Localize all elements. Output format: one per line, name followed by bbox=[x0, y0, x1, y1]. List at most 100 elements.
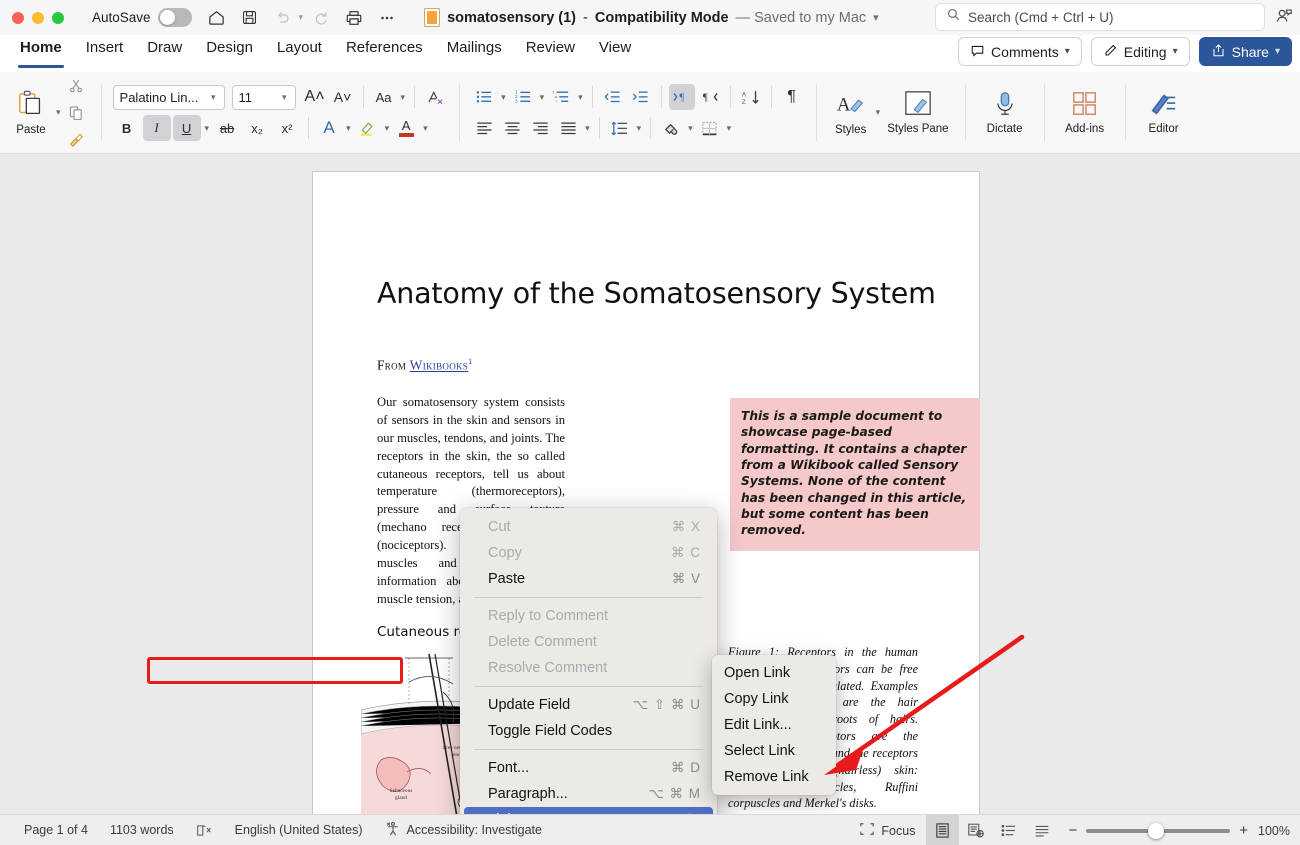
tab-review[interactable]: Review bbox=[514, 35, 587, 68]
search-box[interactable]: Search (Cmd + Ctrl + U) bbox=[935, 3, 1265, 31]
decrease-indent-button[interactable] bbox=[600, 84, 626, 110]
grow-font-button[interactable]: A˄ bbox=[302, 84, 328, 110]
sort-button[interactable]: A Z bbox=[738, 84, 764, 110]
font-size-chevron-down-icon[interactable]: ▾ bbox=[280, 92, 289, 103]
format-painter-icon[interactable] bbox=[63, 127, 90, 152]
zoom-out-button[interactable]: − bbox=[1068, 822, 1077, 839]
shading-chevron-down-icon[interactable]: ▾ bbox=[686, 123, 695, 134]
paste-chevron-down-icon[interactable]: ▾ bbox=[54, 107, 63, 118]
subscript-button[interactable]: x₂ bbox=[243, 115, 271, 141]
language-indicator[interactable]: English (United States) bbox=[224, 823, 374, 837]
submenu-item-copy-link[interactable]: Copy Link bbox=[712, 686, 836, 712]
home-icon[interactable] bbox=[202, 3, 232, 33]
tab-view[interactable]: View bbox=[587, 35, 643, 68]
editing-chevron-down-icon[interactable]: ▾ bbox=[1173, 46, 1178, 57]
font-size-select[interactable]: 11 ▾ bbox=[231, 84, 296, 110]
increase-indent-button[interactable] bbox=[628, 84, 654, 110]
autosave-toggle[interactable] bbox=[157, 8, 192, 27]
submenu-item-edit-link[interactable]: Edit Link... bbox=[712, 712, 836, 738]
more-options-icon[interactable] bbox=[372, 3, 402, 33]
tab-layout[interactable]: Layout bbox=[265, 35, 334, 68]
document-title[interactable]: somatosensory (1) - Compatibility Mode —… bbox=[424, 8, 879, 27]
menu-item-font[interactable]: Font... ⌘ D bbox=[460, 755, 717, 781]
line-spacing-button[interactable] bbox=[607, 115, 633, 141]
tab-insert[interactable]: Insert bbox=[74, 35, 136, 68]
proofing-errors-icon[interactable] bbox=[185, 823, 224, 838]
shading-icon[interactable] bbox=[658, 115, 684, 141]
change-case-chevron-down-icon[interactable]: ▾ bbox=[399, 92, 408, 103]
numbered-list-button[interactable]: 1 2 3 bbox=[510, 84, 536, 110]
tab-mailings[interactable]: Mailings bbox=[435, 35, 514, 68]
collaborators-icon[interactable] bbox=[1274, 6, 1294, 31]
print-icon[interactable] bbox=[339, 3, 369, 33]
word-count[interactable]: 1103 words bbox=[99, 823, 185, 837]
font-color-button[interactable]: A bbox=[393, 115, 419, 141]
wikibooks-link[interactable]: Wikibooks bbox=[410, 358, 468, 373]
submenu-item-select-link[interactable]: Select Link bbox=[712, 738, 836, 764]
menu-item-link[interactable]: Link ❯ bbox=[464, 807, 713, 814]
submenu-item-remove-link[interactable]: Remove Link bbox=[712, 764, 836, 790]
close-window-button[interactable] bbox=[12, 11, 24, 24]
autosave-control[interactable]: AutoSave bbox=[92, 8, 192, 27]
comments-chevron-down-icon[interactable]: ▾ bbox=[1065, 46, 1070, 57]
document-canvas[interactable]: Anatomy of the Somatosensory System From… bbox=[0, 154, 1300, 814]
show-paragraph-marks-button[interactable]: ¶ bbox=[779, 84, 805, 110]
menu-item-copy[interactable]: Copy ⌘ C bbox=[460, 540, 717, 566]
menu-item-paragraph[interactable]: Paragraph... ⌥ ⌘ M bbox=[460, 781, 717, 807]
title-chevron-down-icon[interactable]: ▾ bbox=[873, 11, 879, 24]
strikethrough-button[interactable]: ab bbox=[213, 115, 241, 141]
justify-chevron-down-icon[interactable]: ▾ bbox=[583, 123, 592, 134]
menu-item-delete-comment[interactable]: Delete Comment bbox=[460, 629, 717, 655]
menu-item-cut[interactable]: Cut ⌘ X bbox=[460, 514, 717, 540]
ltr-text-direction-button[interactable]: ¶ bbox=[668, 84, 695, 110]
share-button[interactable]: Share ▾ bbox=[1198, 37, 1292, 66]
font-color-chevron-down-icon[interactable]: ▾ bbox=[421, 123, 430, 134]
maximize-window-button[interactable] bbox=[52, 11, 64, 24]
undo-icon[interactable] bbox=[268, 3, 298, 33]
paste-button[interactable]: Paste bbox=[8, 89, 54, 136]
share-chevron-down-icon[interactable]: ▾ bbox=[1275, 46, 1280, 57]
underline-button[interactable]: U bbox=[172, 115, 201, 141]
copy-icon[interactable] bbox=[63, 100, 90, 125]
underline-chevron-down-icon[interactable]: ▾ bbox=[203, 123, 212, 134]
multilevel-list-chevron-down-icon[interactable]: ▾ bbox=[576, 92, 585, 103]
text-effects-button[interactable]: A bbox=[316, 115, 342, 141]
page-indicator[interactable]: Page 1 of 4 bbox=[0, 823, 99, 837]
multilevel-list-button[interactable]: 1 a i bbox=[548, 84, 574, 110]
draft-view-button[interactable] bbox=[1025, 815, 1058, 845]
menu-item-update-field[interactable]: Update Field ⌥ ⇧ ⌘ U bbox=[460, 692, 717, 718]
zoom-track[interactable] bbox=[1086, 822, 1231, 839]
print-layout-view-button[interactable] bbox=[926, 815, 960, 845]
cut-icon[interactable] bbox=[63, 73, 90, 98]
undo-chevron-down-icon[interactable]: ▾ bbox=[299, 12, 304, 23]
font-name-select[interactable]: Palatino Lin... ▾ bbox=[112, 84, 225, 110]
editing-mode-button[interactable]: Editing ▾ bbox=[1090, 37, 1190, 66]
italic-button[interactable]: I bbox=[142, 115, 171, 141]
zoom-knob[interactable] bbox=[1148, 822, 1165, 839]
menu-item-toggle-field-codes[interactable]: Toggle Field Codes bbox=[460, 718, 717, 744]
menu-item-resolve-comment[interactable]: Resolve Comment bbox=[460, 655, 717, 681]
zoom-slider[interactable]: − + bbox=[1058, 822, 1258, 839]
align-right-button[interactable] bbox=[527, 115, 553, 141]
justify-button[interactable] bbox=[555, 115, 581, 141]
minimize-window-button[interactable] bbox=[32, 11, 44, 24]
align-left-button[interactable] bbox=[471, 115, 497, 141]
text-effects-chevron-down-icon[interactable]: ▾ bbox=[344, 123, 353, 134]
align-center-button[interactable] bbox=[499, 115, 525, 141]
dictate-button[interactable]: Dictate bbox=[977, 90, 1033, 135]
bulleted-list-button[interactable] bbox=[471, 84, 497, 110]
bold-button[interactable]: B bbox=[113, 115, 141, 141]
highlight-chevron-down-icon[interactable]: ▾ bbox=[383, 123, 392, 134]
line-spacing-chevron-down-icon[interactable]: ▾ bbox=[635, 123, 644, 134]
submenu-item-open-link[interactable]: Open Link bbox=[712, 660, 836, 686]
change-case-button[interactable]: Aa bbox=[371, 84, 397, 110]
styles-pane-button[interactable]: Styles Pane bbox=[882, 90, 953, 135]
zoom-in-button[interactable]: + bbox=[1239, 822, 1248, 839]
borders-icon[interactable] bbox=[697, 115, 723, 141]
accessibility-indicator[interactable]: Accessibility: Investigate bbox=[374, 821, 553, 840]
tab-references[interactable]: References bbox=[334, 35, 435, 68]
clear-formatting-icon[interactable] bbox=[422, 84, 448, 110]
save-icon[interactable] bbox=[235, 3, 265, 33]
styles-chevron-down-icon[interactable]: ▾ bbox=[874, 107, 883, 118]
borders-chevron-down-icon[interactable]: ▾ bbox=[725, 123, 734, 134]
